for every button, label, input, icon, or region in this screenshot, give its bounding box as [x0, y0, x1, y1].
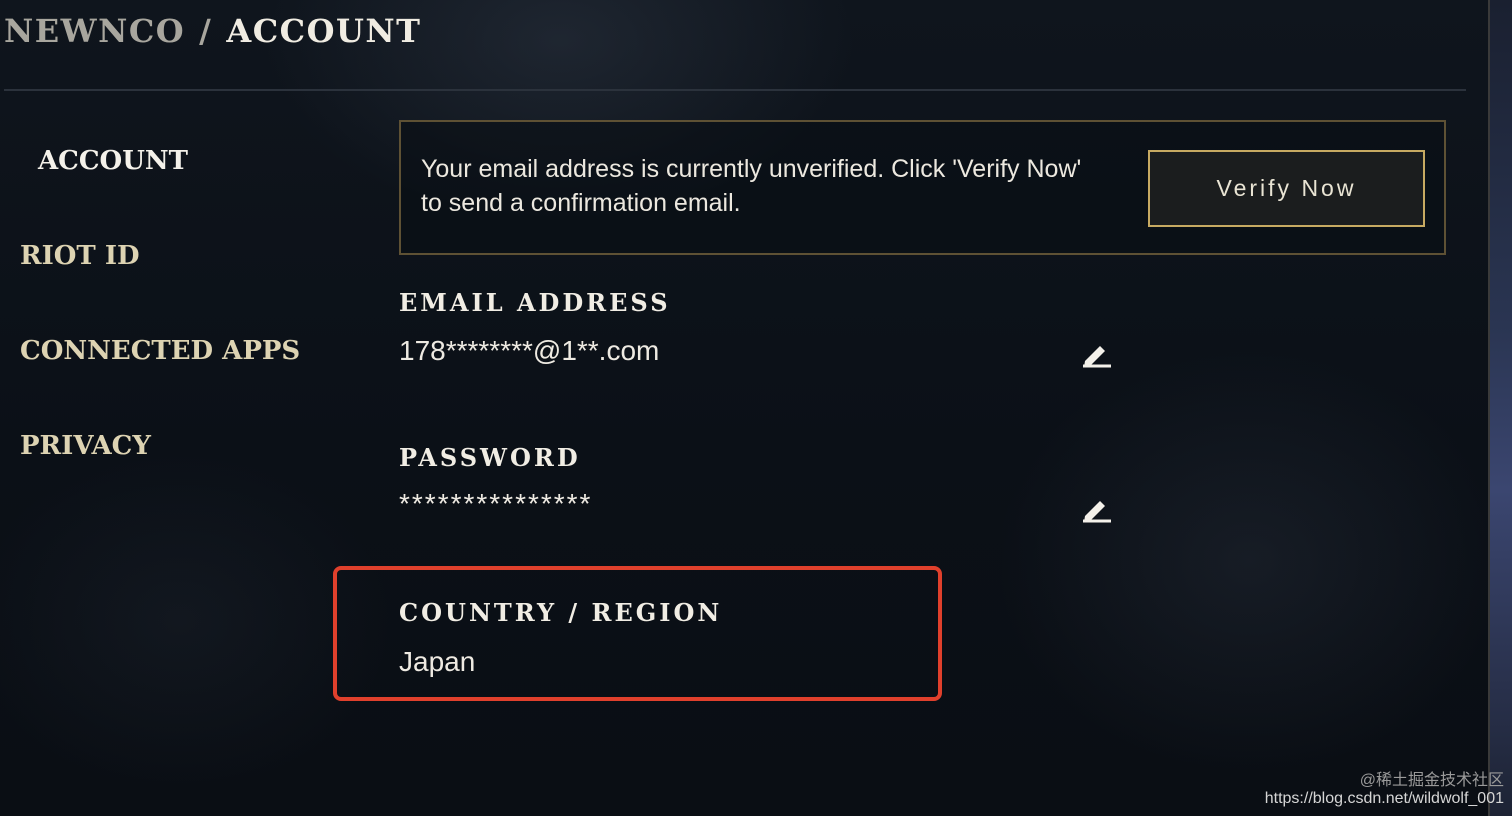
password-label: PASSWORD	[399, 443, 581, 472]
breadcrumb: NEWNCO / ACCOUNT	[4, 12, 421, 50]
email-address-value: 178********@1**.com	[399, 335, 660, 366]
email-verify-banner: Your email address is currently unverifi…	[399, 120, 1446, 255]
sidebar-item-account[interactable]: ACCOUNT	[38, 146, 188, 176]
watermark-line-1: @稀土掘金技术社区	[1359, 772, 1504, 789]
verify-now-button[interactable]: Verify Now	[1148, 150, 1425, 227]
email-address-label: EMAIL ADDRESS	[399, 288, 671, 317]
watermark: @稀土掘金技术社区 https://blog.csdn.net/wildwolf…	[1265, 772, 1504, 808]
password-value: ***************	[399, 488, 593, 519]
pencil-edit-icon	[1083, 346, 1111, 368]
breadcrumb-current: ACCOUNT	[226, 12, 422, 50]
country-region-highlight	[333, 566, 942, 701]
header-divider	[4, 89, 1466, 91]
edit-email-button[interactable]	[1081, 340, 1113, 368]
sidebar-item-privacy[interactable]: PRIVACY	[20, 431, 151, 461]
country-region-label: COUNTRY / REGION	[399, 598, 723, 627]
pencil-edit-icon	[1083, 501, 1111, 523]
verify-banner-message: Your email address is currently unverifi…	[421, 155, 1082, 217]
breadcrumb-separator: /	[199, 12, 213, 50]
breadcrumb-parent[interactable]: NEWNCO	[4, 12, 185, 50]
watermark-line-2: https://blog.csdn.net/wildwolf_001	[1264, 790, 1504, 807]
window-edge	[1488, 0, 1512, 816]
country-region-value: Japan	[399, 646, 476, 677]
edit-password-button[interactable]	[1081, 495, 1113, 523]
sidebar-item-connected-apps[interactable]: CONNECTED APPS	[20, 336, 300, 366]
sidebar-item-riot-id[interactable]: RIOT ID	[20, 241, 140, 271]
